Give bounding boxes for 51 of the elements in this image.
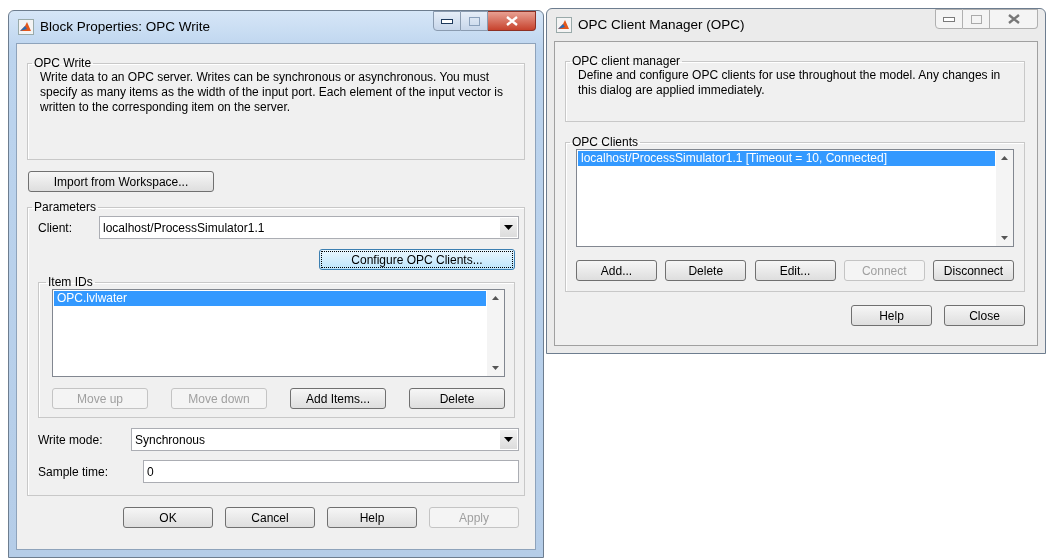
group-label: Parameters — [33, 200, 98, 214]
client-dropdown[interactable]: localhost/ProcessSimulator1.1 — [99, 216, 519, 239]
maximize-icon — [970, 14, 982, 24]
dropdown-value: localhost/ProcessSimulator1.1 — [103, 219, 265, 237]
group-label: OPC Clients — [571, 135, 640, 149]
close-icon — [1007, 14, 1020, 24]
scrollbar[interactable] — [487, 290, 504, 376]
minimize-icon — [943, 16, 955, 22]
minimize-icon — [441, 18, 453, 24]
button[interactable]: Delete — [409, 388, 505, 409]
app-icon — [18, 19, 34, 35]
sample-time-field[interactable]: 0 — [143, 460, 519, 483]
window-title: OPC Client Manager (OPC) — [578, 15, 745, 34]
button[interactable]: OK — [123, 507, 213, 528]
button[interactable]: Delete — [665, 260, 747, 281]
scroll-down-icon — [492, 366, 499, 370]
caret-icon — [504, 225, 513, 230]
scroll-down-icon — [1001, 236, 1008, 240]
configure-button[interactable]: Configure OPC Clients... — [319, 249, 515, 270]
field-value: 0 — [147, 463, 154, 481]
minimize-button[interactable] — [433, 11, 461, 31]
dropdown-value: Synchronous — [135, 431, 206, 449]
write-mode-dropdown[interactable]: Synchronous — [131, 428, 519, 451]
scrollbar[interactable] — [996, 150, 1013, 246]
close-button[interactable] — [488, 11, 536, 31]
close-icon — [505, 16, 518, 26]
maximize-button[interactable] — [963, 9, 990, 29]
field-label: Sample time: — [38, 463, 110, 481]
button[interactable]: Help — [851, 305, 932, 326]
window-title: Block Properties: OPC Write — [40, 17, 211, 36]
button[interactable]: Add Items... — [290, 388, 386, 409]
scroll-up-icon — [492, 296, 499, 300]
group-label: OPC client manager — [571, 54, 682, 68]
group-label: Item IDs — [47, 275, 94, 289]
description-text: Define and configure OPC clients for use throughout the model. Any changes in this dialog are applied immediately. — [577, 68, 1002, 98]
field-label: Client: — [38, 219, 73, 237]
app-icon — [556, 17, 572, 33]
button[interactable]: Cancel — [225, 507, 315, 528]
description-text: Write data to an OPC server. Writes can be synchronous or asynchronous. You must specify as many items as the width of the input port. Each element of the input vector is written to the corresponding item on the server. — [39, 70, 504, 115]
button[interactable]: Add... — [576, 260, 657, 281]
close-button[interactable] — [990, 9, 1038, 29]
import-button[interactable]: Import from Workspace... — [28, 171, 214, 192]
maximize-icon — [468, 16, 480, 26]
field-label: Write mode: — [38, 431, 104, 449]
button[interactable]: Disconnect — [933, 260, 1014, 281]
scroll-up-icon — [1001, 156, 1008, 160]
button[interactable]: Edit... — [754, 260, 836, 281]
button[interactable]: Help — [327, 507, 417, 528]
caret-icon — [504, 437, 513, 442]
group-label: OPC Write — [33, 56, 93, 70]
button[interactable]: Close — [944, 305, 1025, 326]
